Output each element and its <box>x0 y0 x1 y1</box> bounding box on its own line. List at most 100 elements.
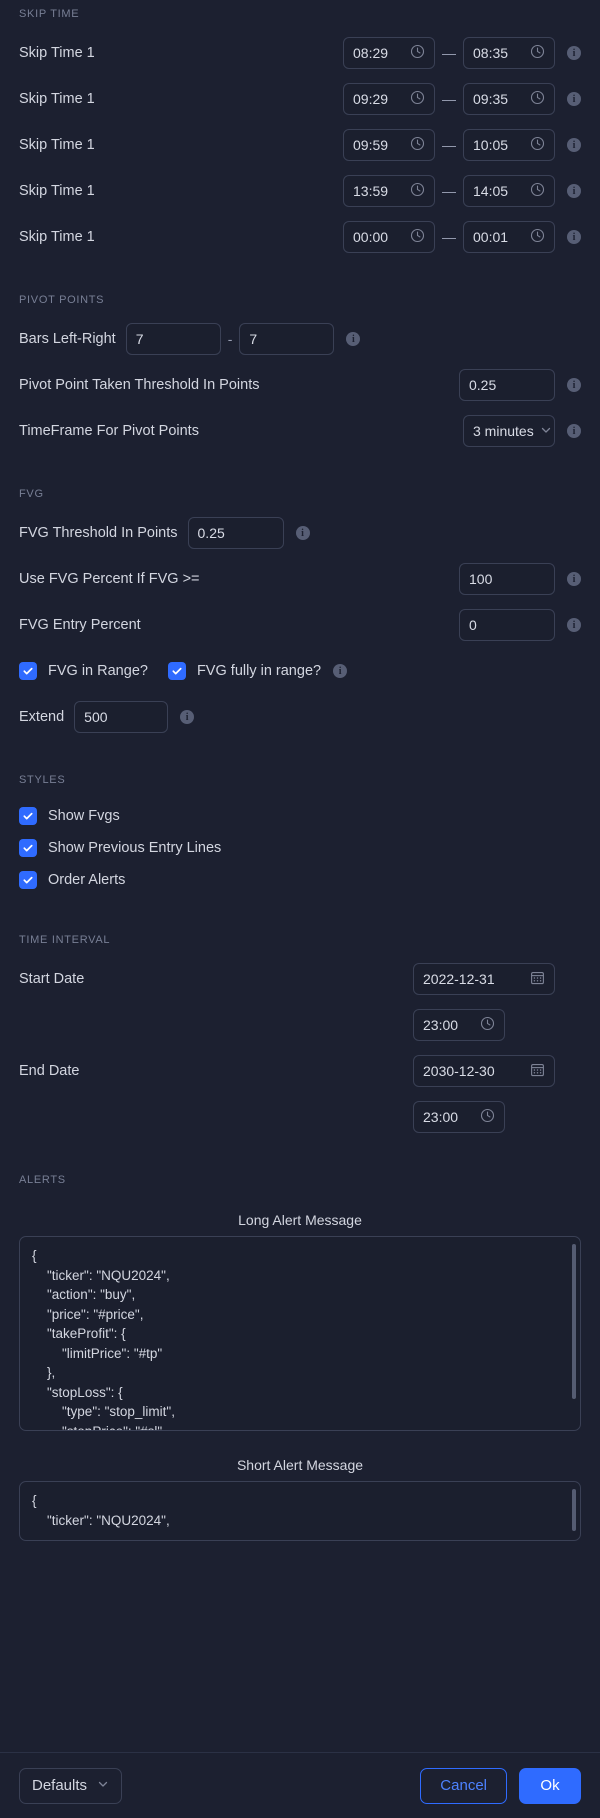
fvg-threshold-row: FVG Threshold In Points 0.25 i <box>0 514 600 552</box>
fvg-in-range-checkbox[interactable] <box>19 662 37 680</box>
order-alerts-label: Order Alerts <box>48 872 126 888</box>
cancel-button[interactable]: Cancel <box>420 1767 507 1804</box>
skip-time-to-input[interactable]: 09:35 <box>463 83 555 115</box>
clock-icon[interactable] <box>530 136 545 154</box>
bars-left-input[interactable]: 7 <box>125 323 221 355</box>
fvg-use-percent-label: Use FVG Percent If FVG >= <box>19 571 200 587</box>
calendar-icon[interactable] <box>530 1062 545 1080</box>
pivot-timeframe-label: TimeFrame For Pivot Points <box>19 423 199 439</box>
info-icon[interactable]: i <box>567 378 581 392</box>
fvg-fully-in-range-checkbox[interactable] <box>167 662 186 680</box>
clock-icon[interactable] <box>480 1108 495 1126</box>
skip-time-from-input[interactable]: 09:59 <box>343 129 435 161</box>
fvg-entry-percent-label: FVG Entry Percent <box>19 617 141 633</box>
skip-time-label: Skip Time 1 <box>19 183 95 199</box>
info-icon[interactable]: i <box>567 184 581 198</box>
range-separator: — <box>442 229 456 245</box>
clock-icon[interactable] <box>530 90 545 108</box>
dialog-footer: Defaults Cancel Ok <box>0 1752 600 1818</box>
short-alert-scrollbar[interactable] <box>572 1489 576 1531</box>
info-icon[interactable]: i <box>295 526 310 540</box>
start-date-row: Start Date 2022-12-31 <box>0 960 600 998</box>
clock-icon[interactable] <box>410 136 425 154</box>
fvg-range-checkboxes-row: FVG in Range? FVG fully in range? i <box>0 652 600 690</box>
skip-time-from-input[interactable]: 08:29 <box>343 37 435 69</box>
ok-button[interactable]: Ok <box>519 1767 581 1804</box>
skip-time-from-input[interactable]: 09:29 <box>343 83 435 115</box>
skip-time-from-input[interactable]: 13:59 <box>343 175 435 207</box>
skip-time-to-input[interactable]: 00:01 <box>463 221 555 253</box>
start-time-row: 23:00 <box>0 1006 600 1044</box>
info-icon[interactable]: i <box>567 46 581 60</box>
clock-icon[interactable] <box>410 44 425 62</box>
start-time-input[interactable]: 23:00 <box>413 1009 505 1041</box>
style-show-fvgs-row: Show Fvgs <box>0 800 600 832</box>
fvg-fully-in-range-label: FVG fully in range? <box>196 663 322 679</box>
skip-time-from-input[interactable]: 00:00 <box>343 221 435 253</box>
skip-time-label: Skip Time 1 <box>19 45 95 61</box>
clock-icon[interactable] <box>410 228 425 246</box>
section-header-skip-time: Skip Time <box>19 8 80 20</box>
fvg-use-percent-input[interactable]: 100 <box>459 563 555 595</box>
skip-time-to-input[interactable]: 14:05 <box>463 175 555 207</box>
style-order-alerts-row: Order Alerts <box>0 864 600 896</box>
clock-icon[interactable] <box>530 228 545 246</box>
defaults-dropdown[interactable]: Defaults <box>19 1767 123 1804</box>
show-previous-entry-lines-checkbox[interactable] <box>19 839 37 857</box>
clock-icon[interactable] <box>410 90 425 108</box>
long-alert-message-text[interactable]: { "ticker": "NQU2024", "action": "buy", … <box>20 1237 580 1430</box>
bars-right-input[interactable]: 7 <box>239 323 335 355</box>
clock-icon[interactable] <box>410 182 425 200</box>
section-header-pivot-points: Pivot Points <box>19 294 105 306</box>
chevron-down-icon <box>97 1777 109 1794</box>
fvg-use-percent-row: Use FVG Percent If FVG >= 100 i <box>0 560 600 598</box>
fvg-extend-input[interactable]: 500 <box>74 701 169 733</box>
bars-left-right-row: Bars Left-Right 7 - 7 i <box>0 320 600 358</box>
short-alert-message-field[interactable]: { "ticker": "NQU2024", <box>19 1481 581 1541</box>
start-date-label: Start Date <box>19 971 85 987</box>
bars-separator: - <box>227 331 233 347</box>
clock-icon[interactable] <box>480 1016 495 1034</box>
calendar-icon[interactable] <box>530 970 545 988</box>
fvg-threshold-input[interactable]: 0.25 <box>187 517 284 549</box>
show-fvgs-checkbox[interactable] <box>19 807 37 825</box>
info-icon[interactable]: i <box>567 230 581 244</box>
show-previous-entry-lines-label: Show Previous Entry Lines <box>48 840 222 856</box>
end-time-row: 23:00 <box>0 1098 600 1136</box>
skip-time-row: Skip Time 1 09:29 — 09:35 i <box>0 80 600 118</box>
section-header-styles: Styles <box>19 774 66 786</box>
end-date-label: End Date <box>19 1063 80 1079</box>
clock-icon[interactable] <box>530 44 545 62</box>
defaults-label: Defaults <box>32 1777 88 1794</box>
skip-time-row: Skip Time 1 08:29 — 08:35 i <box>0 34 600 72</box>
start-date-input[interactable]: 2022-12-31 <box>413 963 555 995</box>
end-time-input[interactable]: 23:00 <box>413 1101 505 1133</box>
fvg-entry-percent-row: FVG Entry Percent 0 i <box>0 606 600 644</box>
fvg-extend-label: Extend <box>19 709 65 725</box>
skip-time-to-input[interactable]: 10:05 <box>463 129 555 161</box>
section-header-fvg: FVG <box>19 488 44 500</box>
short-alert-message-text[interactable]: { "ticker": "NQU2024", <box>20 1482 580 1539</box>
clock-icon[interactable] <box>530 182 545 200</box>
info-icon[interactable]: i <box>567 618 581 632</box>
skip-time-to-input[interactable]: 08:35 <box>463 37 555 69</box>
section-header-time-interval: Time Interval <box>19 934 111 946</box>
info-icon[interactable]: i <box>567 572 581 586</box>
end-date-input[interactable]: 2030-12-30 <box>413 1055 555 1087</box>
info-icon[interactable]: i <box>346 332 361 346</box>
pivot-threshold-input[interactable]: 0.25 <box>459 369 555 401</box>
info-icon[interactable]: i <box>567 92 581 106</box>
long-alert-scrollbar[interactable] <box>572 1244 576 1399</box>
range-separator: — <box>442 137 456 153</box>
show-fvgs-label: Show Fvgs <box>48 808 120 824</box>
range-separator: — <box>442 45 456 61</box>
range-separator: — <box>442 91 456 107</box>
order-alerts-checkbox[interactable] <box>19 871 37 889</box>
info-icon[interactable]: i <box>567 138 581 152</box>
fvg-entry-percent-input[interactable]: 0 <box>459 609 555 641</box>
pivot-timeframe-select[interactable]: 3 minutes <box>463 415 555 447</box>
info-icon[interactable]: i <box>180 710 195 724</box>
info-icon[interactable]: i <box>567 424 581 438</box>
long-alert-message-field[interactable]: { "ticker": "NQU2024", "action": "buy", … <box>19 1236 581 1431</box>
info-icon[interactable]: i <box>333 664 348 678</box>
